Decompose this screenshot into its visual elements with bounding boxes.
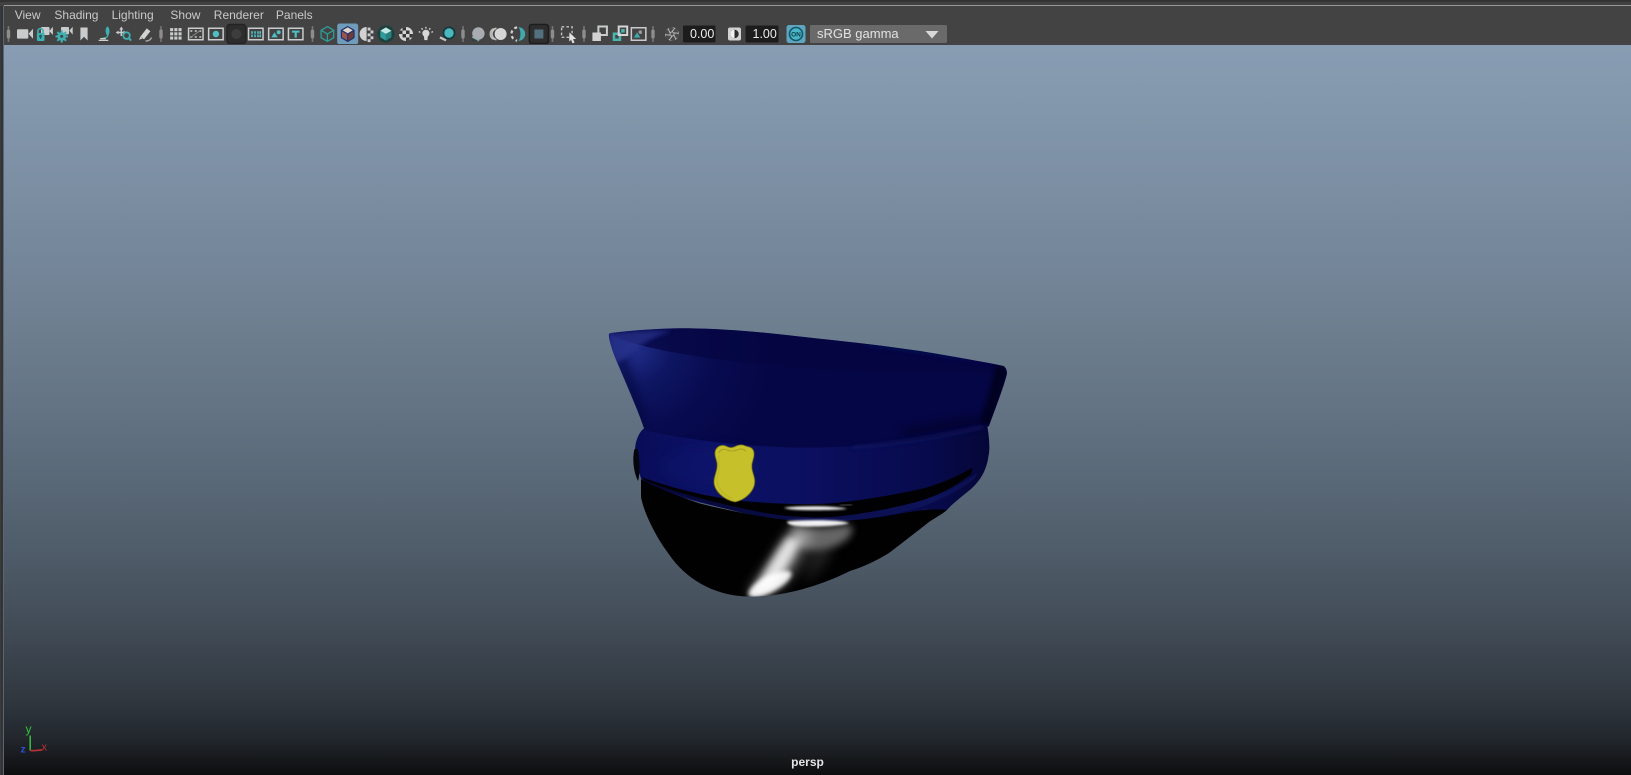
svg-text:y: y — [26, 722, 32, 736]
svg-text:z: z — [21, 744, 26, 756]
svg-text:x: x — [42, 742, 48, 754]
